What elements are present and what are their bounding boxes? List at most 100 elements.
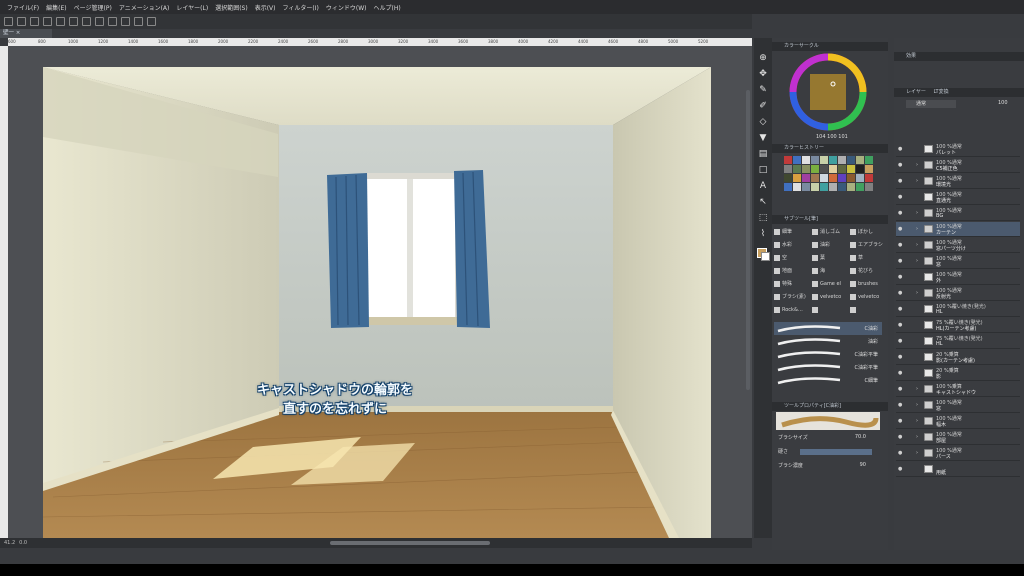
eye-icon[interactable]: ●: [898, 162, 905, 168]
menu-item-5[interactable]: 選択範囲(S): [215, 3, 248, 12]
layer-row[interactable]: ● › 100 %通常 C5補正色: [896, 158, 1020, 173]
color-swatch[interactable]: [856, 183, 864, 191]
layer-row[interactable]: ● › 100 %通常窓: [896, 398, 1020, 413]
color-history-grid[interactable]: [784, 156, 874, 206]
room-illustration[interactable]: [43, 67, 711, 538]
subtool-item[interactable]: 消しゴム: [812, 226, 850, 238]
subtool-item[interactable]: velvetco: [812, 291, 850, 303]
color-swatch[interactable]: [856, 165, 864, 173]
selection-tool-icon[interactable]: ⬚: [757, 212, 769, 224]
brush-tool-icon[interactable]: ✐: [757, 100, 769, 112]
menu-item-1[interactable]: 編集(E): [46, 3, 66, 12]
document-tab[interactable]: 壁一 ×: [0, 29, 52, 38]
color-swatch[interactable]: [847, 174, 855, 182]
brush-preset[interactable]: C細筆: [774, 374, 882, 387]
layer-row[interactable]: ● 用紙: [896, 462, 1020, 477]
eye-icon[interactable]: ●: [898, 354, 905, 360]
layer-row[interactable]: ● › 100 %通常 環境光: [896, 174, 1020, 189]
layer-row[interactable]: ● 100 %通常 パレット: [896, 142, 1020, 157]
layer-row[interactable]: ● › 100 %乗算 キャストシャドウ: [896, 382, 1020, 397]
hardness-row[interactable]: 硬さ: [778, 448, 878, 458]
ruler-snap2-icon[interactable]: [134, 17, 143, 26]
subtool-item[interactable]: brushes: [850, 278, 888, 290]
brush-density-row[interactable]: ブラシ濃度 90: [778, 462, 878, 472]
layer-row[interactable]: ● 75 %覆い焼き(発光) HL: [896, 334, 1020, 349]
eye-icon[interactable]: ●: [898, 226, 905, 232]
color-wheel[interactable]: [788, 52, 868, 132]
color-swatch[interactable]: [802, 156, 810, 164]
expand-arrow-icon[interactable]: ›: [916, 210, 918, 216]
pen-tool-icon[interactable]: ✎: [757, 84, 769, 96]
menu-item-3[interactable]: アニメーション(A): [119, 3, 170, 12]
deselect-icon[interactable]: [95, 17, 104, 26]
subtool-item[interactable]: Rock&…: [774, 304, 812, 316]
eye-icon[interactable]: ●: [898, 290, 905, 296]
menu-item-9[interactable]: ヘルプ(H): [373, 3, 400, 12]
subtool-item[interactable]: 花びら: [850, 265, 888, 277]
layer-row[interactable]: ● › 100 %通常 窓パーツ分け: [896, 238, 1020, 253]
horizontal-scrollbar[interactable]: [330, 541, 490, 545]
color-swatch[interactable]: [784, 174, 792, 182]
undo-icon[interactable]: [43, 17, 52, 26]
figure-tool-icon[interactable]: □: [757, 164, 769, 176]
menu-item-8[interactable]: ウィンドウ(W): [326, 3, 367, 12]
sub-color-swatch[interactable]: [761, 252, 770, 261]
fill-tool-icon[interactable]: ▼: [757, 132, 769, 144]
ltconvert-tab[interactable]: LT変換: [933, 89, 948, 95]
expand-arrow-icon[interactable]: ›: [916, 258, 918, 264]
eyedropper-tool-icon[interactable]: ⌇: [757, 228, 769, 240]
subtool-item[interactable]: Game el: [812, 278, 850, 290]
menu-item-2[interactable]: ページ管理(P): [74, 3, 112, 12]
expand-arrow-icon[interactable]: ›: [916, 386, 918, 392]
brush-size-row[interactable]: ブラシサイズ 70.0: [778, 434, 878, 444]
color-swatch[interactable]: [847, 183, 855, 191]
zoom-value[interactable]: 41.2: [4, 540, 15, 546]
color-swatch[interactable]: [847, 156, 855, 164]
expand-arrow-icon[interactable]: ›: [916, 242, 918, 248]
eye-icon[interactable]: ●: [898, 434, 905, 440]
eye-icon[interactable]: ●: [898, 274, 905, 280]
eye-icon[interactable]: ●: [898, 242, 905, 248]
menu-item-0[interactable]: ファイル(F): [7, 3, 39, 12]
color-swatch[interactable]: [856, 156, 864, 164]
vertical-scrollbar[interactable]: [746, 90, 750, 390]
subtool-item[interactable]: ぼかし: [850, 226, 888, 238]
color-swatch[interactable]: [829, 174, 837, 182]
subtool-item[interactable]: 葉: [812, 252, 850, 264]
color-swatch[interactable]: [865, 165, 873, 173]
subtool-item[interactable]: 空: [774, 252, 812, 264]
menu-item-4[interactable]: レイヤー(L): [176, 3, 208, 12]
subtool-item[interactable]: 草: [850, 252, 888, 264]
color-swatch[interactable]: [829, 156, 837, 164]
redo-icon[interactable]: [56, 17, 65, 26]
color-swatch[interactable]: [793, 156, 801, 164]
subtool-item[interactable]: velvetco: [850, 291, 888, 303]
color-swatch[interactable]: [784, 165, 792, 173]
subtool-item[interactable]: 水彩: [774, 239, 812, 251]
layer-row[interactable]: ● › 100 %通常窓: [896, 254, 1020, 269]
brush-preset[interactable]: C油彩平筆: [774, 348, 882, 361]
subtool-item[interactable]: [850, 304, 888, 316]
invert-selection-icon[interactable]: [108, 17, 117, 26]
ruler-snap-icon[interactable]: [121, 17, 130, 26]
expand-arrow-icon[interactable]: ›: [916, 434, 918, 440]
layer-row[interactable]: ● 100 %覆い焼き(発光) HL: [896, 302, 1020, 317]
eye-icon[interactable]: ●: [898, 402, 905, 408]
layer-row[interactable]: ● 100 %通常 直通光: [896, 190, 1020, 205]
menu-item-6[interactable]: 表示(V): [255, 3, 276, 12]
eye-icon[interactable]: ●: [898, 258, 905, 264]
color-swatch[interactable]: [802, 183, 810, 191]
expand-arrow-icon[interactable]: ›: [916, 450, 918, 456]
blend-mode-select[interactable]: 通常: [906, 100, 956, 108]
eraser-tool-icon[interactable]: ◇: [757, 116, 769, 128]
brush-preset[interactable]: 油彩: [774, 335, 882, 348]
brush-preset[interactable]: C油彩: [774, 322, 882, 335]
layer-row[interactable]: ● › 100 %通常 幅木: [896, 414, 1020, 429]
subtool-item[interactable]: ブラシ(素): [774, 291, 812, 303]
operation-tool-icon[interactable]: ↖: [757, 196, 769, 208]
rotation-value[interactable]: 0.0: [19, 540, 27, 546]
subtool-item[interactable]: 海: [812, 265, 850, 277]
eye-icon[interactable]: ●: [898, 418, 905, 424]
eye-icon[interactable]: ●: [898, 466, 905, 472]
expand-arrow-icon[interactable]: ›: [916, 178, 918, 184]
